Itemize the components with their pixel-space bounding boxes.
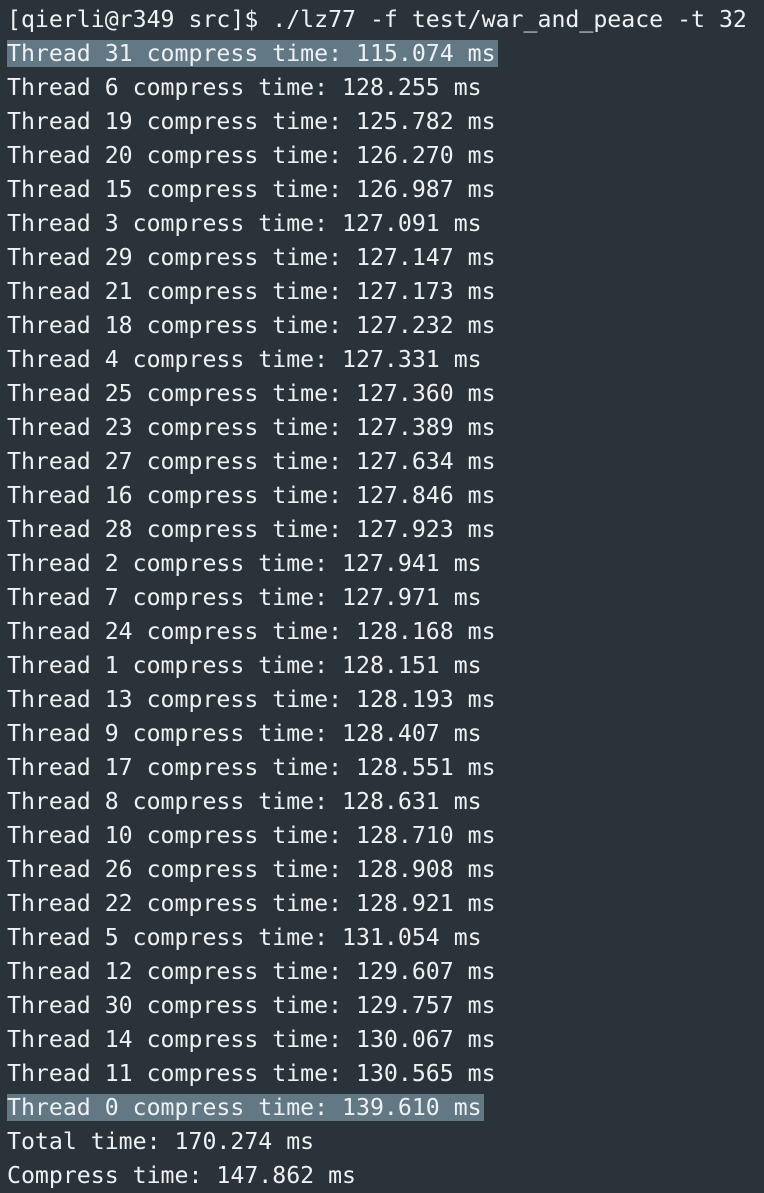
thread-time-text: Thread 18 compress time: 127.232 ms	[7, 312, 496, 339]
thread-time-text: Thread 24 compress time: 128.168 ms	[7, 618, 496, 645]
thread-time-text: Thread 11 compress time: 130.565 ms	[7, 1060, 496, 1087]
thread-time-text: Thread 8 compress time: 128.631 ms	[7, 788, 482, 815]
thread-time-line: Thread 18 compress time: 127.232 ms	[7, 309, 496, 343]
thread-time-text: Thread 25 compress time: 127.360 ms	[7, 380, 496, 407]
thread-time-line: Thread 6 compress time: 128.255 ms	[7, 71, 482, 105]
thread-time-text: Thread 27 compress time: 127.634 ms	[7, 448, 496, 475]
thread-time-text: Thread 6 compress time: 128.255 ms	[7, 74, 482, 101]
thread-time-text: Thread 1 compress time: 128.151 ms	[7, 652, 482, 679]
thread-time-text: Thread 19 compress time: 125.782 ms	[7, 108, 496, 135]
thread-time-text: Thread 15 compress time: 126.987 ms	[7, 176, 496, 203]
total-time-line: Total time: 170.274 ms	[7, 1128, 315, 1155]
thread-time-text: Thread 31 compress time: 115.074 ms	[7, 40, 498, 67]
thread-time-line: Thread 11 compress time: 130.565 ms	[7, 1057, 496, 1091]
thread-time-line: Thread 12 compress time: 129.607 ms	[7, 955, 496, 989]
compress-time-line: Compress time: 147.862 ms	[7, 1162, 357, 1189]
thread-time-line: Thread 9 compress time: 128.407 ms	[7, 717, 482, 751]
thread-time-line: Thread 19 compress time: 125.782 ms	[7, 105, 496, 139]
thread-time-text: Thread 10 compress time: 128.710 ms	[7, 822, 496, 849]
thread-time-line: Thread 26 compress time: 128.908 ms	[7, 853, 496, 887]
thread-time-text: Thread 7 compress time: 127.971 ms	[7, 584, 482, 611]
thread-time-text: Thread 14 compress time: 130.067 ms	[7, 1026, 496, 1053]
command-prompt-line: [qierli@r349 src]$ ./lz77 -f test/war_an…	[7, 6, 747, 33]
thread-time-line-highlighted: Thread 0 compress time: 139.610 ms	[7, 1091, 484, 1125]
thread-time-line: Thread 8 compress time: 128.631 ms	[7, 785, 482, 819]
thread-time-text: Thread 5 compress time: 131.054 ms	[7, 924, 482, 951]
thread-time-text: Thread 29 compress time: 127.147 ms	[7, 244, 496, 271]
thread-time-line: Thread 2 compress time: 127.941 ms	[7, 547, 482, 581]
thread-time-text: Thread 12 compress time: 129.607 ms	[7, 958, 496, 985]
thread-time-line: Thread 29 compress time: 127.147 ms	[7, 241, 496, 275]
thread-time-text: Thread 16 compress time: 127.846 ms	[7, 482, 496, 509]
thread-time-text: Thread 23 compress time: 127.389 ms	[7, 414, 496, 441]
thread-time-line: Thread 3 compress time: 127.091 ms	[7, 207, 482, 241]
thread-time-line: Thread 30 compress time: 129.757 ms	[7, 989, 496, 1023]
thread-time-text: Thread 22 compress time: 128.921 ms	[7, 890, 496, 917]
thread-time-line: Thread 7 compress time: 127.971 ms	[7, 581, 482, 615]
thread-time-line: Thread 20 compress time: 126.270 ms	[7, 139, 496, 173]
thread-time-text: Thread 2 compress time: 127.941 ms	[7, 550, 482, 577]
thread-time-line: Thread 5 compress time: 131.054 ms	[7, 921, 482, 955]
thread-time-line: Thread 15 compress time: 126.987 ms	[7, 173, 496, 207]
thread-time-line: Thread 25 compress time: 127.360 ms	[7, 377, 496, 411]
thread-time-text: Thread 26 compress time: 128.908 ms	[7, 856, 496, 883]
thread-time-text: Thread 9 compress time: 128.407 ms	[7, 720, 482, 747]
thread-time-line: Thread 13 compress time: 128.193 ms	[7, 683, 496, 717]
thread-time-line: Thread 23 compress time: 127.389 ms	[7, 411, 496, 445]
thread-time-text: Thread 20 compress time: 126.270 ms	[7, 142, 496, 169]
thread-time-line: Thread 1 compress time: 128.151 ms	[7, 649, 482, 683]
thread-time-text: Thread 0 compress time: 139.610 ms	[7, 1094, 484, 1121]
terminal-window[interactable]: [qierli@r349 src]$ ./lz77 -f test/war_an…	[0, 0, 764, 1192]
thread-time-text: Thread 13 compress time: 128.193 ms	[7, 686, 496, 713]
thread-time-line: Thread 17 compress time: 128.551 ms	[7, 751, 496, 785]
thread-time-line: Thread 27 compress time: 127.634 ms	[7, 445, 496, 479]
thread-time-line: Thread 22 compress time: 128.921 ms	[7, 887, 496, 921]
thread-time-line: Thread 21 compress time: 127.173 ms	[7, 275, 496, 309]
thread-time-line: Thread 28 compress time: 127.923 ms	[7, 513, 496, 547]
thread-time-line: Thread 14 compress time: 130.067 ms	[7, 1023, 496, 1057]
thread-time-text: Thread 3 compress time: 127.091 ms	[7, 210, 482, 237]
thread-time-line: Thread 24 compress time: 128.168 ms	[7, 615, 496, 649]
thread-time-text: Thread 30 compress time: 129.757 ms	[7, 992, 496, 1019]
thread-time-line: Thread 10 compress time: 128.710 ms	[7, 819, 496, 853]
thread-time-text: Thread 21 compress time: 127.173 ms	[7, 278, 496, 305]
thread-time-line: Thread 4 compress time: 127.331 ms	[7, 343, 482, 377]
thread-time-line-highlighted: Thread 31 compress time: 115.074 ms	[7, 37, 498, 71]
thread-time-text: Thread 28 compress time: 127.923 ms	[7, 516, 496, 543]
thread-time-line: Thread 16 compress time: 127.846 ms	[7, 479, 496, 513]
thread-time-text: Thread 4 compress time: 127.331 ms	[7, 346, 482, 373]
thread-time-text: Thread 17 compress time: 128.551 ms	[7, 754, 496, 781]
